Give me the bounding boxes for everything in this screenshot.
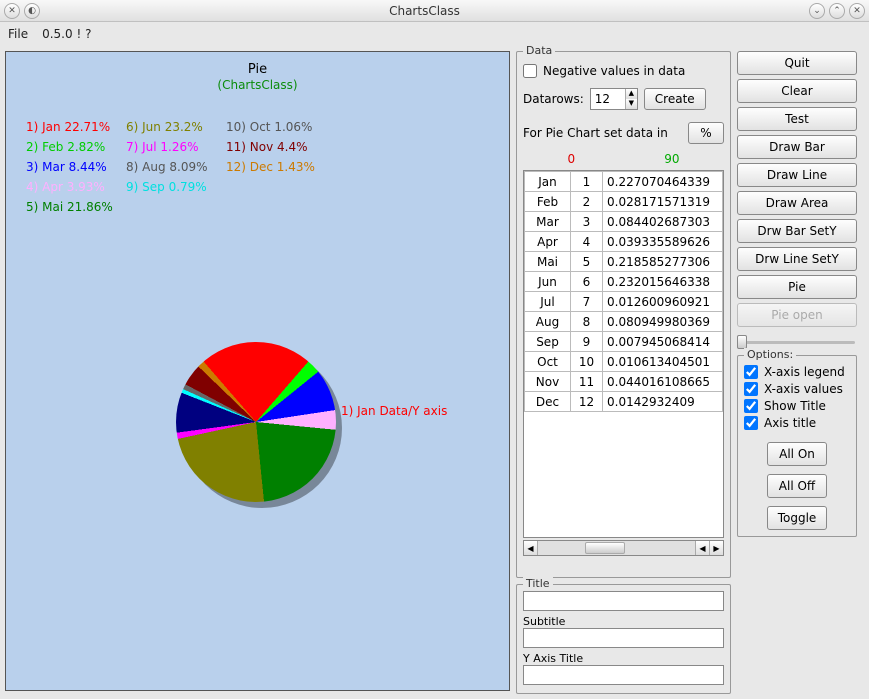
table-row[interactable]: Oct100.010613404501 [525, 352, 723, 372]
legend-item: 2) Feb 2.82% [26, 137, 113, 157]
data-legend: Data [523, 44, 555, 57]
chart-subtitle: (ChartsClass) [6, 78, 509, 92]
options-fieldset: Options: X-axis legend X-axis values Sho… [737, 355, 857, 537]
table-row[interactable]: Mai50.218585277306 [525, 252, 723, 272]
drw-bar-sety-button[interactable]: Drw Bar SetY [737, 219, 857, 243]
table-row[interactable]: Feb20.028171571319 [525, 192, 723, 212]
pie-open-button: Pie open [737, 303, 857, 327]
chart-title: Pie [6, 62, 509, 77]
table-row[interactable]: Jun60.232015646338 [525, 272, 723, 292]
opt-x-legend-label: X-axis legend [764, 365, 845, 379]
datarows-input[interactable] [591, 90, 625, 108]
opt-x-values-checkbox[interactable] [744, 382, 758, 396]
title-legend: Title [523, 577, 553, 590]
legend-item: 11) Nov 4.4% [226, 137, 315, 157]
table-row[interactable]: Dec120.0142932409 [525, 392, 723, 412]
pie-set-label: For Pie Chart set data in [523, 126, 668, 140]
datarows-label: Datarows: [523, 92, 584, 106]
opt-show-title-checkbox[interactable] [744, 399, 758, 413]
menubar: File 0.5.0 ! ? [0, 22, 869, 46]
close-icon[interactable]: ✕ [849, 3, 865, 19]
window-icon: ◐ [24, 3, 40, 19]
legend-item: 6) Jun 23.2% [126, 117, 208, 137]
table-row[interactable]: Apr40.039335589626 [525, 232, 723, 252]
clear-button[interactable]: Clear [737, 79, 857, 103]
percent-button[interactable]: % [688, 122, 724, 144]
title-fieldset: Title Subtitle Y Axis Title [516, 584, 731, 694]
slider-thumb[interactable] [737, 335, 747, 349]
opt-x-values-label: X-axis values [764, 382, 843, 396]
scroll-right-icon[interactable]: ▶ [709, 541, 723, 555]
subtitle-input[interactable] [523, 628, 724, 648]
menu-version[interactable]: 0.5.0 ! ? [42, 27, 91, 41]
draw-line-button[interactable]: Draw Line [737, 163, 857, 187]
grid-hscroll[interactable]: ◀ ◀ ▶ [523, 540, 724, 556]
table-row[interactable]: Mar30.084402687303 [525, 212, 723, 232]
negative-label: Negative values in data [543, 64, 685, 78]
opt-axis-title-label: Axis title [764, 416, 816, 430]
legend-item: 8) Aug 8.09% [126, 157, 208, 177]
data-grid[interactable]: Jan10.227070464339Feb20.028171571319Mar3… [523, 170, 724, 538]
draw-area-button[interactable]: Draw Area [737, 191, 857, 215]
subtitle-label: Subtitle [523, 615, 724, 628]
table-row[interactable]: Aug80.080949980369 [525, 312, 723, 332]
legend-item: 9) Sep 0.79% [126, 177, 208, 197]
col-header-1: 90 [664, 152, 679, 166]
yaxis-label: Y Axis Title [523, 652, 724, 665]
pie-slice-label: 1) Jan Data/Y axis [341, 404, 447, 418]
table-row[interactable]: Jul70.012600960921 [525, 292, 723, 312]
yaxis-input[interactable] [523, 665, 724, 685]
pie-button[interactable]: Pie [737, 275, 857, 299]
draw-bar-button[interactable]: Draw Bar [737, 135, 857, 159]
legend-item: 5) Mai 21.86% [26, 197, 113, 217]
legend-item: 12) Dec 1.43% [226, 157, 315, 177]
quit-button[interactable]: Quit [737, 51, 857, 75]
toggle-button[interactable]: Toggle [767, 506, 827, 530]
title-input[interactable] [523, 591, 724, 611]
spin-down-icon[interactable]: ▼ [625, 99, 637, 109]
all-on-button[interactable]: All On [767, 442, 827, 466]
window-title: ChartsClass [40, 4, 809, 18]
negative-checkbox[interactable] [523, 64, 537, 78]
opt-axis-title-checkbox[interactable] [744, 416, 758, 430]
scroll-grip[interactable] [585, 542, 625, 554]
table-row[interactable]: Nov110.044016108665 [525, 372, 723, 392]
legend-item: 3) Mar 8.44% [26, 157, 113, 177]
app-menu-icon[interactable]: ✕ [4, 3, 20, 19]
legend-item: 4) Apr 3.93% [26, 177, 113, 197]
table-row[interactable]: Sep90.007945068414 [525, 332, 723, 352]
data-fieldset: Data Negative values in data Datarows: ▲… [516, 51, 731, 578]
legend-item: 7) Jul 1.26% [126, 137, 208, 157]
legend-item: 10) Oct 1.06% [226, 117, 315, 137]
scroll-left-icon[interactable]: ◀ [524, 541, 538, 555]
titlebar: ✕ ◐ ChartsClass ⌄ ⌃ ✕ [0, 0, 869, 22]
scroll-right-step-icon[interactable]: ◀ [695, 541, 709, 555]
table-row[interactable]: Jan10.227070464339 [525, 172, 723, 192]
opt-x-legend-checkbox[interactable] [744, 365, 758, 379]
chart-panel: Pie (ChartsClass) 1) Jan 22.71%2) Feb 2.… [5, 51, 510, 691]
all-off-button[interactable]: All Off [767, 474, 827, 498]
minimize-icon[interactable]: ⌄ [809, 3, 825, 19]
datarows-spinner[interactable]: ▲ ▼ [590, 88, 638, 110]
options-legend: Options: [744, 348, 796, 361]
spin-up-icon[interactable]: ▲ [625, 89, 637, 99]
opt-show-title-label: Show Title [764, 399, 826, 413]
menu-file[interactable]: File [8, 27, 28, 41]
legend-item: 1) Jan 22.71% [26, 117, 113, 137]
create-button[interactable]: Create [644, 88, 706, 110]
pie-chart [176, 342, 336, 502]
test-button[interactable]: Test [737, 107, 857, 131]
col-header-0: 0 [568, 152, 576, 166]
drw-line-sety-button[interactable]: Drw Line SetY [737, 247, 857, 271]
maximize-icon[interactable]: ⌃ [829, 3, 845, 19]
